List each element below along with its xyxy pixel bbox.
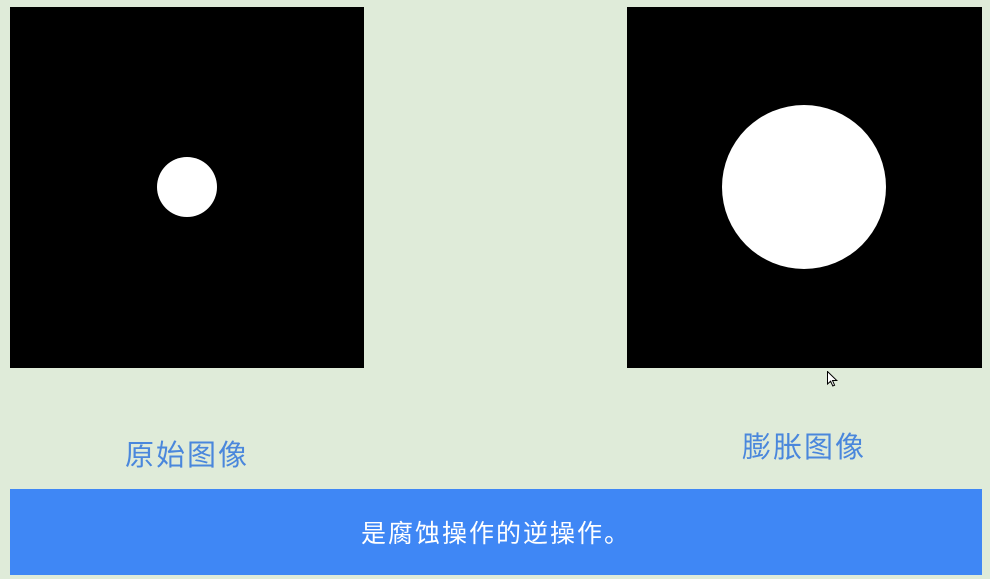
- mouse-pointer-icon: [827, 371, 838, 387]
- original-image-caption: 原始图像: [124, 438, 249, 472]
- original-image: [10, 7, 364, 368]
- dilated-white-circle: [722, 105, 886, 269]
- explanation-text: 是腐蚀操作的逆操作。: [360, 519, 631, 548]
- original-white-circle: [157, 157, 217, 217]
- dilated-image-caption: 膨胀图像: [741, 430, 866, 464]
- dilated-image: [627, 7, 982, 368]
- explanation-banner: 是腐蚀操作的逆操作。: [10, 489, 982, 575]
